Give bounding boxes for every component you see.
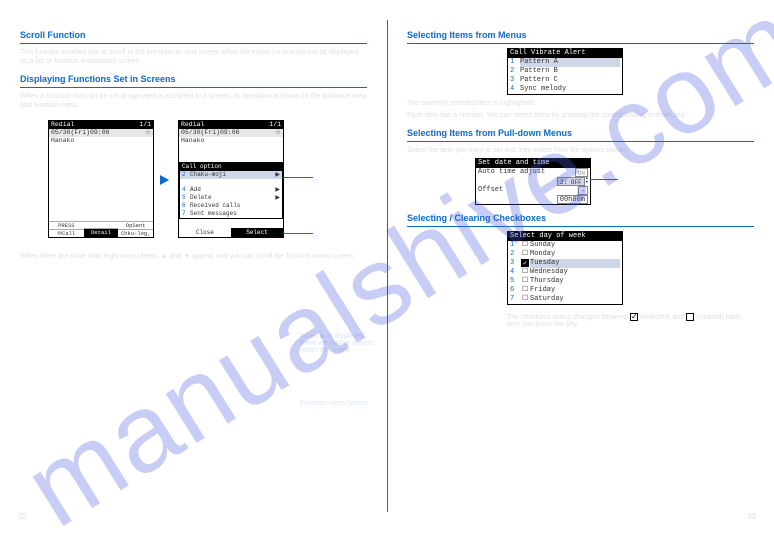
- submenu-icon: ▶: [275, 186, 280, 194]
- heading-funcset: Displaying Functions Set in Screens: [20, 74, 367, 88]
- screen-select-day: Select day of week 1☐Sunday 2☐Monday 3✓T…: [507, 231, 623, 305]
- scr1-sk-c: Detail: [84, 229, 119, 237]
- checkbox-icon: ☐: [520, 286, 530, 295]
- scr2-star-icon: ☆: [275, 129, 281, 137]
- right-column: Selecting Items from Menus Call Vibrate …: [387, 0, 774, 527]
- checkbox-icon: ✓: [520, 259, 530, 268]
- menu-item[interactable]: 2 Chaku-moji ▶: [180, 171, 282, 179]
- datetime-row[interactable]: Offset +: [476, 186, 590, 195]
- day-item[interactable]: 4☐Wednesday: [508, 268, 622, 277]
- screens-row: Redial 1/1 05/30(Fri)09:06 ☆ Hanako PRES…: [48, 120, 367, 238]
- phone-screen-redial: Redial 1/1 05/30(Fri)09:06 ☆ Hanako PRES…: [48, 120, 154, 238]
- page-number-left: 32: [18, 512, 27, 521]
- checkbox-note: The checkbox status changes between (sel…: [507, 313, 754, 328]
- day-item[interactable]: 6☐Friday: [508, 286, 622, 295]
- screen-vibrate-alert: Call Vibrate Alert 1Pattern A 2Pattern B…: [507, 48, 623, 95]
- scr1-title: Redial: [51, 121, 74, 129]
- checkbox-icon: ☐: [520, 268, 530, 277]
- submenu-icon: ▶: [275, 171, 280, 179]
- info-vib2: Each item has a number. You can select i…: [407, 111, 754, 120]
- day-item[interactable]: 2☐Monday: [508, 250, 622, 259]
- info-pulldown: Select the item you want to set and then…: [407, 146, 754, 155]
- heading-scroll: Scroll Function: [20, 30, 367, 44]
- scr1-sk-tl: PRESS: [49, 222, 84, 230]
- spinner-icon[interactable]: ▲▼: [586, 177, 588, 186]
- scr1-sk-bl: ✉Call: [49, 230, 84, 238]
- menu-header: Call option: [180, 163, 282, 171]
- datetime-title: Set date and time: [476, 159, 590, 168]
- menu-select[interactable]: Select: [231, 228, 283, 237]
- vibrate-item[interactable]: 4Sync melody: [508, 85, 622, 94]
- scr2-date: 05/30(Fri)09:06: [181, 129, 240, 137]
- heading-pulldown: Selecting Items from Pull-down Menus: [407, 128, 754, 142]
- scr1-sk-br: Chku-log,: [118, 230, 153, 238]
- checkbox-icon: ☐: [520, 295, 530, 304]
- day-item[interactable]: 7☐Saturday: [508, 295, 622, 304]
- day-item[interactable]: 1☐Sunday: [508, 241, 622, 250]
- function-menu-popup: Call option 2 Chaku-moji ▶ 4 Add ▶: [179, 162, 283, 219]
- value-on: ON: [575, 168, 588, 177]
- phone-screen-menu: Redial 1/1 05/30(Fri)09:06 ☆ Hanako Call…: [178, 120, 284, 238]
- submenu-icon: ▶: [275, 194, 280, 202]
- page-number-right: 33: [747, 512, 756, 521]
- scr1-name: Hanako: [49, 137, 153, 145]
- annotation-funcmenu: Function menu button: [300, 400, 368, 407]
- left-column: Scroll Function This function enables yo…: [0, 0, 387, 527]
- vibrate-item[interactable]: 2Pattern B: [508, 67, 622, 76]
- menu-item[interactable]: 7 Sent messages: [180, 210, 282, 218]
- day-item[interactable]: 5☐Thursday: [508, 277, 622, 286]
- value-plus: +: [578, 186, 588, 195]
- annotation-line: [590, 179, 618, 180]
- vibrate-title: Call Vibrate Alert: [508, 49, 622, 58]
- checkbox-checked-icon: [630, 313, 638, 321]
- screen-set-date-time: Set date and time Auto time adjust ON 2:…: [475, 158, 591, 205]
- annotation-submenu: When ▶ is displayed, there are further o…: [300, 332, 380, 354]
- scr1-star-icon: ☆: [145, 129, 151, 137]
- menu-item[interactable]: 6 Received calls: [180, 202, 282, 210]
- scr1-sk-tr: OpSent: [118, 222, 153, 230]
- checkbox-icon: ☐: [520, 241, 530, 250]
- value-off: 2: OFF: [557, 177, 585, 186]
- info-vib1: The currently selected item is highlight…: [407, 99, 754, 108]
- datetime-offset: 00h00m: [476, 195, 590, 204]
- scr1-date: 05/30(Fri)09:06: [51, 129, 110, 137]
- datetime-row[interactable]: 2: OFF ▲▼: [476, 177, 590, 186]
- menu-item[interactable]: 4 Add ▶: [180, 186, 282, 194]
- vibrate-item[interactable]: 1Pattern A: [508, 58, 622, 67]
- datetime-row[interactable]: Auto time adjust ON: [476, 168, 590, 177]
- days-title: Select day of week: [508, 232, 622, 241]
- menu-close[interactable]: Close: [179, 228, 231, 237]
- value-offset: 00h00m: [557, 195, 588, 204]
- info-scroll-menu: When there are more than eight menu item…: [20, 252, 367, 261]
- checkbox-icon: ☐: [520, 277, 530, 286]
- scr2-title: Redial: [181, 121, 204, 129]
- para-scroll: This function enables you to scroll to t…: [20, 48, 367, 66]
- para-funcset: When a function that can be set or opera…: [20, 92, 367, 110]
- arrow-right-icon: [160, 172, 172, 186]
- checkbox-icon: ☐: [520, 250, 530, 259]
- scr2-name: Hanako: [179, 137, 283, 145]
- heading-checkbox: Selecting / Clearing Checkboxes: [407, 213, 754, 227]
- checkbox-empty-icon: [686, 313, 694, 321]
- vibrate-item[interactable]: 3Pattern C: [508, 76, 622, 85]
- menu-item[interactable]: 5 Delete ▶: [180, 194, 282, 202]
- page-spread: Scroll Function This function enables yo…: [0, 0, 774, 527]
- heading-select-menu: Selecting Items from Menus: [407, 30, 754, 44]
- day-item[interactable]: 3✓Tuesday: [508, 259, 622, 268]
